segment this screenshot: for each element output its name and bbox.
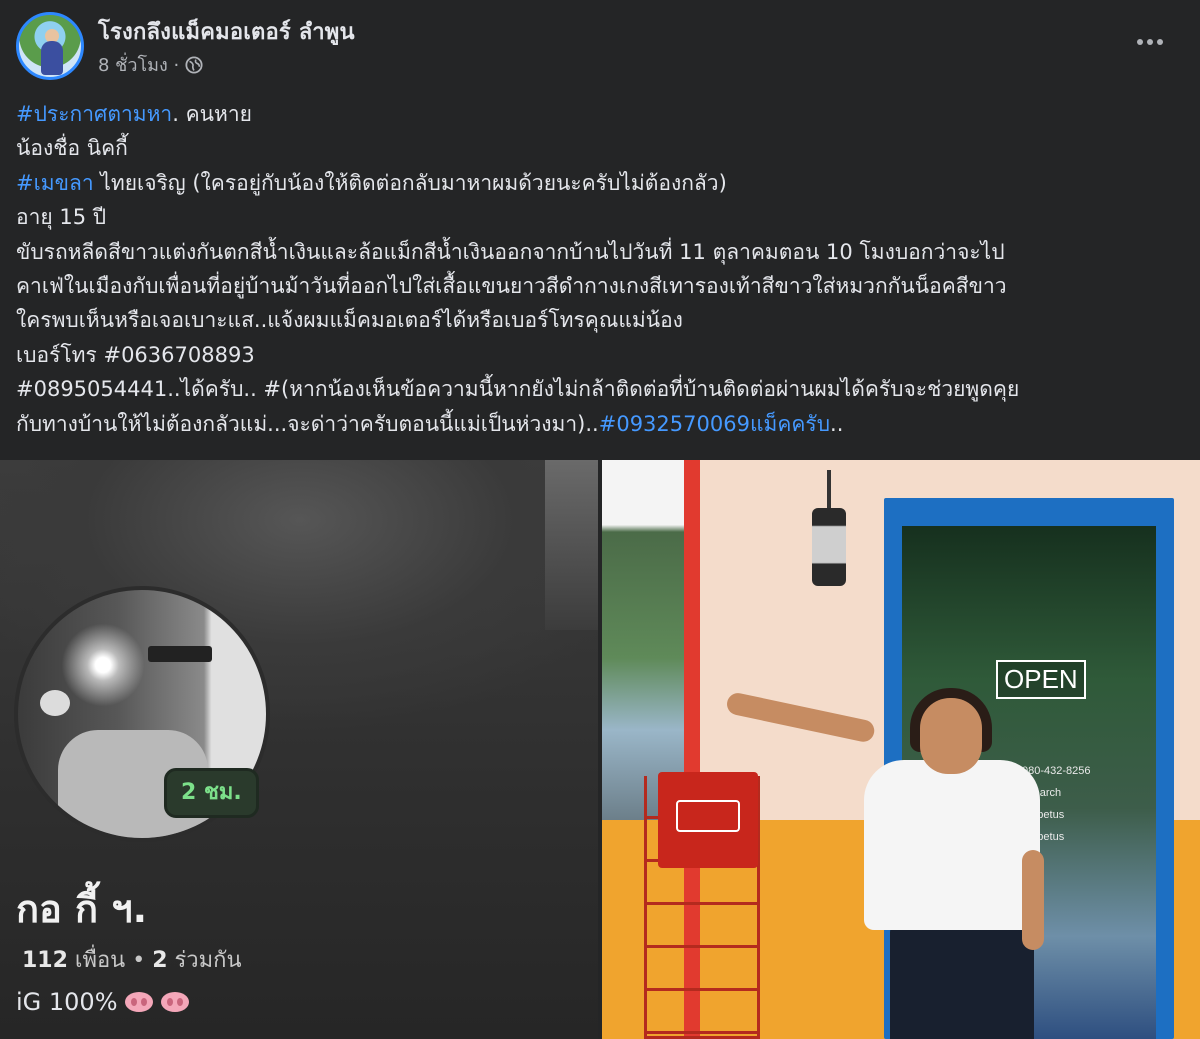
friends-label: เพื่อน xyxy=(67,948,126,973)
window xyxy=(602,460,684,820)
hashtag-link[interactable]: #เมขลา xyxy=(16,171,94,195)
friends-count: 112 xyxy=(22,948,68,973)
post-photo-girl-at-door[interactable]: OPEN 080-432-8256 richarch crepetus crep… xyxy=(602,460,1200,1039)
post-text-segment: .. xyxy=(830,411,844,436)
avatar-figure xyxy=(41,41,63,75)
post-text: #ประกาศตามหา. คนหาย น้องชื่อ นิคกี้ #เมข… xyxy=(16,97,1186,441)
globe-icon xyxy=(185,55,203,74)
person-skirt xyxy=(890,920,1034,1039)
person-shirt xyxy=(864,760,1040,930)
pig-nose-emoji-icon xyxy=(160,992,189,1012)
page-name-link[interactable]: โรงกลึงแม็คมอเตอร์ ลำพูน xyxy=(98,14,355,49)
post-line: #0895054441..ได้ครับ.. #(หากน้องเห็นข้อค… xyxy=(16,377,1020,402)
bio-text: iG 100% xyxy=(16,988,118,1016)
post-line: ขับรถหลีดสีขาวแต่งกันตกสีน้ำเงินและล้อแม… xyxy=(16,239,1005,264)
more-dot xyxy=(1157,39,1163,45)
open-sign: OPEN xyxy=(996,660,1086,699)
cooler-logo xyxy=(676,800,740,832)
post-meta: 8 ชั่วโมง · xyxy=(98,50,203,79)
post-line: น้องชื่อ นิคกี้ xyxy=(16,136,128,161)
hashtag-link[interactable]: #0932570069แม็คครับ xyxy=(599,412,830,436)
post-line: กับทางบ้านให้ไม่ต้องกลัวแม่...จะด่าว่าคร… xyxy=(16,407,1186,441)
mutual-count: 2 xyxy=(152,948,168,973)
pig-nose-emoji-icon xyxy=(124,992,153,1012)
profile-name: กอ กี้ ฯ. xyxy=(16,887,148,931)
friend-stats: 112 เพื่อน • 2 ร่วมกัน xyxy=(22,942,242,977)
post-line: #เมขลา ไทยเจริญ (ใครอยู่กับน้องให้ติดต่อ… xyxy=(16,166,1186,200)
post-text-segment: กับทางบ้านให้ไม่ต้องกลัวแม่...จะด่าว่าคร… xyxy=(16,411,599,436)
person-face xyxy=(920,698,982,774)
post-line: อายุ 15 ปี xyxy=(16,205,107,230)
post-line: ใครพบเห็นหรือเจอเบาะแส..แจ้งผมแม็คมอเตอร… xyxy=(16,308,683,333)
person-arm xyxy=(1022,850,1044,950)
red-cooler xyxy=(658,772,758,868)
post-text-segment: ไทยเจริญ (ใครอยู่กับน้องให้ติดต่อกลับมาห… xyxy=(93,170,727,195)
post-header: โรงกลึงแม็คมอเตอร์ ลำพูน 8 ชั่วโมง · xyxy=(0,0,1200,95)
phone-shape xyxy=(148,646,212,662)
post-photo-profile-screenshot[interactable]: 2 ชม. กอ กี้ ฯ. 112 เพื่อน • 2 ร่วมกัน i… xyxy=(0,460,598,1039)
story-time-badge: 2 ชม. xyxy=(164,768,259,818)
phone-charm xyxy=(40,690,70,716)
lantern xyxy=(812,508,846,586)
more-dots-icon xyxy=(1137,39,1143,45)
profile-bio: iG 100% xyxy=(16,988,190,1016)
post-line: #ประกาศตามหา. คนหาย xyxy=(16,97,1186,131)
post-time-link[interactable]: 8 ชั่วโมง · xyxy=(98,50,179,79)
stats-separator: • xyxy=(125,948,153,973)
camera-flash xyxy=(58,620,148,710)
page-avatar[interactable] xyxy=(16,12,84,80)
hashtag-link[interactable]: #ประกาศตามหา xyxy=(16,102,172,126)
post-line: เบอร์โทร #0636708893 xyxy=(16,342,255,367)
more-dot xyxy=(1147,39,1153,45)
lamp-hook xyxy=(827,470,831,510)
post-text-segment: . คนหาย xyxy=(172,102,252,126)
more-options-button[interactable] xyxy=(1130,30,1170,54)
mutual-label: ร่วมกัน xyxy=(167,948,242,973)
post-line: คาเฟ่ในเมืองกับเพื่อนที่อยู่บ้านม้าวันที… xyxy=(16,274,1007,299)
cover-photo-edge xyxy=(545,460,598,630)
